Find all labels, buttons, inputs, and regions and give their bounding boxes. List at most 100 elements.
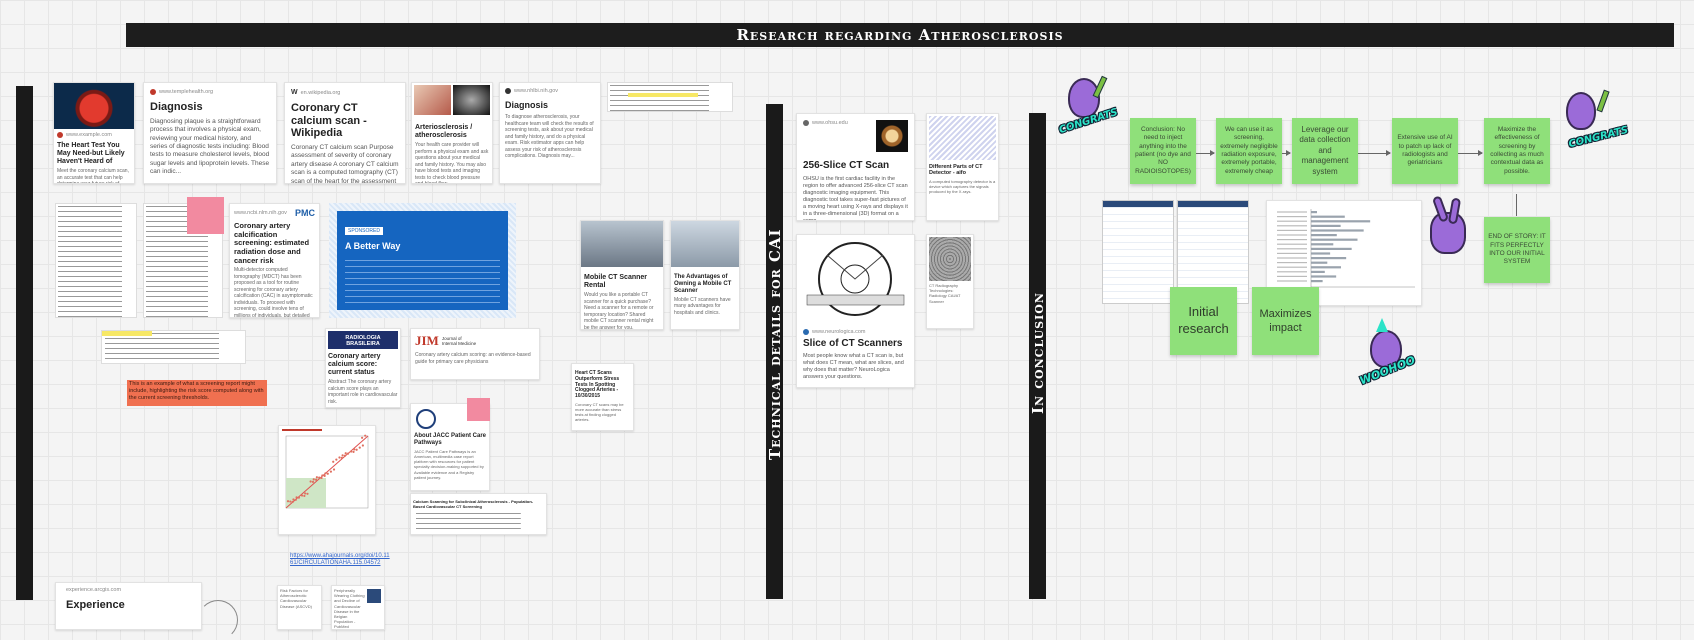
card-jim[interactable]: JIM Journal of Internal Medicine Coronar… [410,328,540,380]
card-experience[interactable]: experience.arcgis.com Experience [55,582,202,630]
scatter-point [353,448,356,451]
card-source: www.ncbi.nlm.nih.gov [234,210,287,216]
text-lines [413,511,544,534]
data-table-1[interactable] [1102,200,1174,304]
sticky-maximizes-impact[interactable]: Maximizes impact [1252,287,1319,355]
ct-room-image [581,221,663,267]
chart-bar [1311,220,1371,223]
card-title: Experience [66,599,125,611]
card-ct-detector-parts[interactable]: Different Parts of CT Detector - aifo A … [926,113,999,221]
jim-logo-subtitle: Journal of Internal Medicine [441,336,477,346]
wikipedia-icon: W [291,89,298,96]
card-pmc-radiation[interactable]: www.ncbi.nlm.nih.gov PMC Coronary artery … [229,203,320,318]
card-risk-factors[interactable]: Risk Factors for Atherosclerotic Cardiov… [277,585,322,630]
card-256-slice-ct[interactable]: www.ohsu.edu 256-Slice CT Scan OHSU is t… [796,113,915,221]
conclusion-section-bar[interactable]: In conclusion [1029,113,1047,599]
card-calcium-scanning-screening[interactable]: Calcium Scanning for Subclinical Atheros… [410,493,547,535]
scatter-point [304,492,307,495]
scatter-point [314,478,318,481]
sticky-screening-cheap[interactable]: We can use it as screening, extremely ne… [1216,118,1282,184]
scatter-point [335,458,338,461]
card-mobile-ct-advantages[interactable]: The Advantages of Owning a Mobile CT Sca… [670,220,740,330]
card-diagnosis-nhlbi[interactable]: www.nhlbi.nih.gov Diagnosis To diagnose … [499,82,601,184]
mobile-ct-truck-image [671,221,739,267]
card-title: Coronary artery calcium score: current s… [328,353,381,377]
highlighted-excerpt[interactable] [101,330,246,364]
chart-row-label [1277,266,1307,268]
card-mobile-ct-rental[interactable]: Mobile CT Scanner Rental Would you like … [580,220,664,330]
orange-highlight-note[interactable]: This is an example of what a screening r… [127,380,267,406]
source-icon [505,88,511,94]
card-ct-radiography[interactable]: CT Radiography Technologies: Radiology C… [926,234,974,329]
scatter-point [364,434,367,437]
card-wikipedia-calcium-scan[interactable]: Wen.wikipedia.org Coronary CT calcium sc… [284,82,406,184]
chart-row-label [1277,234,1307,236]
chart-bar [1311,252,1331,255]
card-source: www.ohsu.edu [812,120,848,126]
source-icon [150,89,156,95]
chart-bar [1311,275,1337,278]
scatter-point [297,496,301,499]
scatter-point [291,500,294,504]
card-title: CT Radiography Technologies: Radiology C… [929,283,961,304]
scatter-plot-figure[interactable] [278,425,376,535]
pink-sticky-note[interactable] [187,197,224,234]
sticky-leverage-data[interactable]: Leverage our data collection and managem… [1292,118,1358,184]
chart-bar [1311,266,1341,269]
card-title: Arteriosclerosis / atherosclerosis [415,124,473,140]
pmc-logo: PMC [295,208,315,218]
scatter-point [289,500,292,503]
chart-bar [1311,280,1323,283]
card-title: The Advantages of Owning a Mobile CT Sca… [674,274,732,294]
scatter-point [295,496,298,499]
card-description: Meet the coronary calcium scan, an accur… [57,168,129,183]
card-radiologia-brasileira[interactable]: RADIOLOGIA BRASILEIRA Coronary artery ca… [325,328,401,408]
document-page-1[interactable] [55,203,137,318]
card-slice-ct-scanners[interactable]: www.neurologica.com Slice of CT Scanners… [796,234,915,388]
sticky-conclusion-no-injection[interactable]: Conclusion: No need to inject anything i… [1130,118,1196,184]
board-title-banner[interactable]: Research regarding Atherosclerosis [126,23,1674,47]
chart-row-label [1277,229,1307,231]
scatter-point [320,476,323,480]
chart-bar [1311,224,1341,227]
hand-peace-sticker[interactable] [1424,195,1472,258]
pink-sticky-note[interactable] [467,398,490,421]
woohoo-sticker[interactable]: WOOHOO [1352,318,1432,392]
card-title: A Better Way [345,241,401,251]
card-description: Coronary CT calcium scan Purpose assessm… [291,143,399,184]
card-heart-test[interactable]: www.example.com The Heart Test You May N… [53,82,135,184]
sticky-end-of-story[interactable]: END OF STORY: IT FITS PERFECTLY INTO OUR… [1484,217,1550,283]
card-diagnosis-temple[interactable]: www.templehealth.org Diagnosis Diagnosin… [143,82,277,184]
document-preview-highlighted[interactable] [607,82,733,112]
card-better-way-frame[interactable]: SPONSORED A Better Way [329,203,516,318]
scatter-plot [285,434,369,509]
chart-bar [1311,229,1364,232]
card-description: Multi-detector computed tomography (MDCT… [234,267,313,318]
scatter-point [332,460,335,463]
flow-arrow-down [1516,194,1517,216]
scatter-point [344,452,347,455]
sticky-initial-research[interactable]: Initial research [1170,287,1237,355]
card-arteriosclerosis[interactable]: Arteriosclerosis / atherosclerosis Your … [411,82,493,184]
card-heart-ct-outperform[interactable]: Heart CT Scans Outperform Stress Tests I… [571,363,634,431]
scatter-point [346,452,350,455]
scatter-point [311,480,315,483]
card-peripheral[interactable]: Peripherally Wearing Clothing and Declin… [331,585,385,630]
congrats-sticker-left[interactable]: CONGRATS [1050,72,1120,142]
sticky-ai-patch[interactable]: Extensive use of AI to patch up lack of … [1392,118,1458,184]
ct-scan-image [876,120,908,152]
aha-journals-link[interactable]: https://www.ahajournals.org/doi/10.1161/… [290,553,390,567]
technical-section-bar[interactable]: Technical details for CAI [766,104,784,599]
scatter-point [350,450,353,453]
card-source: www.example.com [66,132,112,138]
congrats-sticker-right[interactable]: CONGRATS [1556,88,1629,158]
card-description: Would you like a portable CT scanner for… [584,292,654,330]
scatter-point [309,480,312,483]
card-title: Coronary CT calcium scan - Wikipedia [291,102,367,140]
scatter-point [323,474,326,477]
chart-bar [1311,247,1352,250]
sticky-maximize-effectiveness[interactable]: Maximize the effectiveness of screening … [1484,118,1550,184]
scatter-point [326,472,329,475]
scatter-point [352,450,355,453]
card-better-way[interactable]: SPONSORED A Better Way [337,211,508,310]
